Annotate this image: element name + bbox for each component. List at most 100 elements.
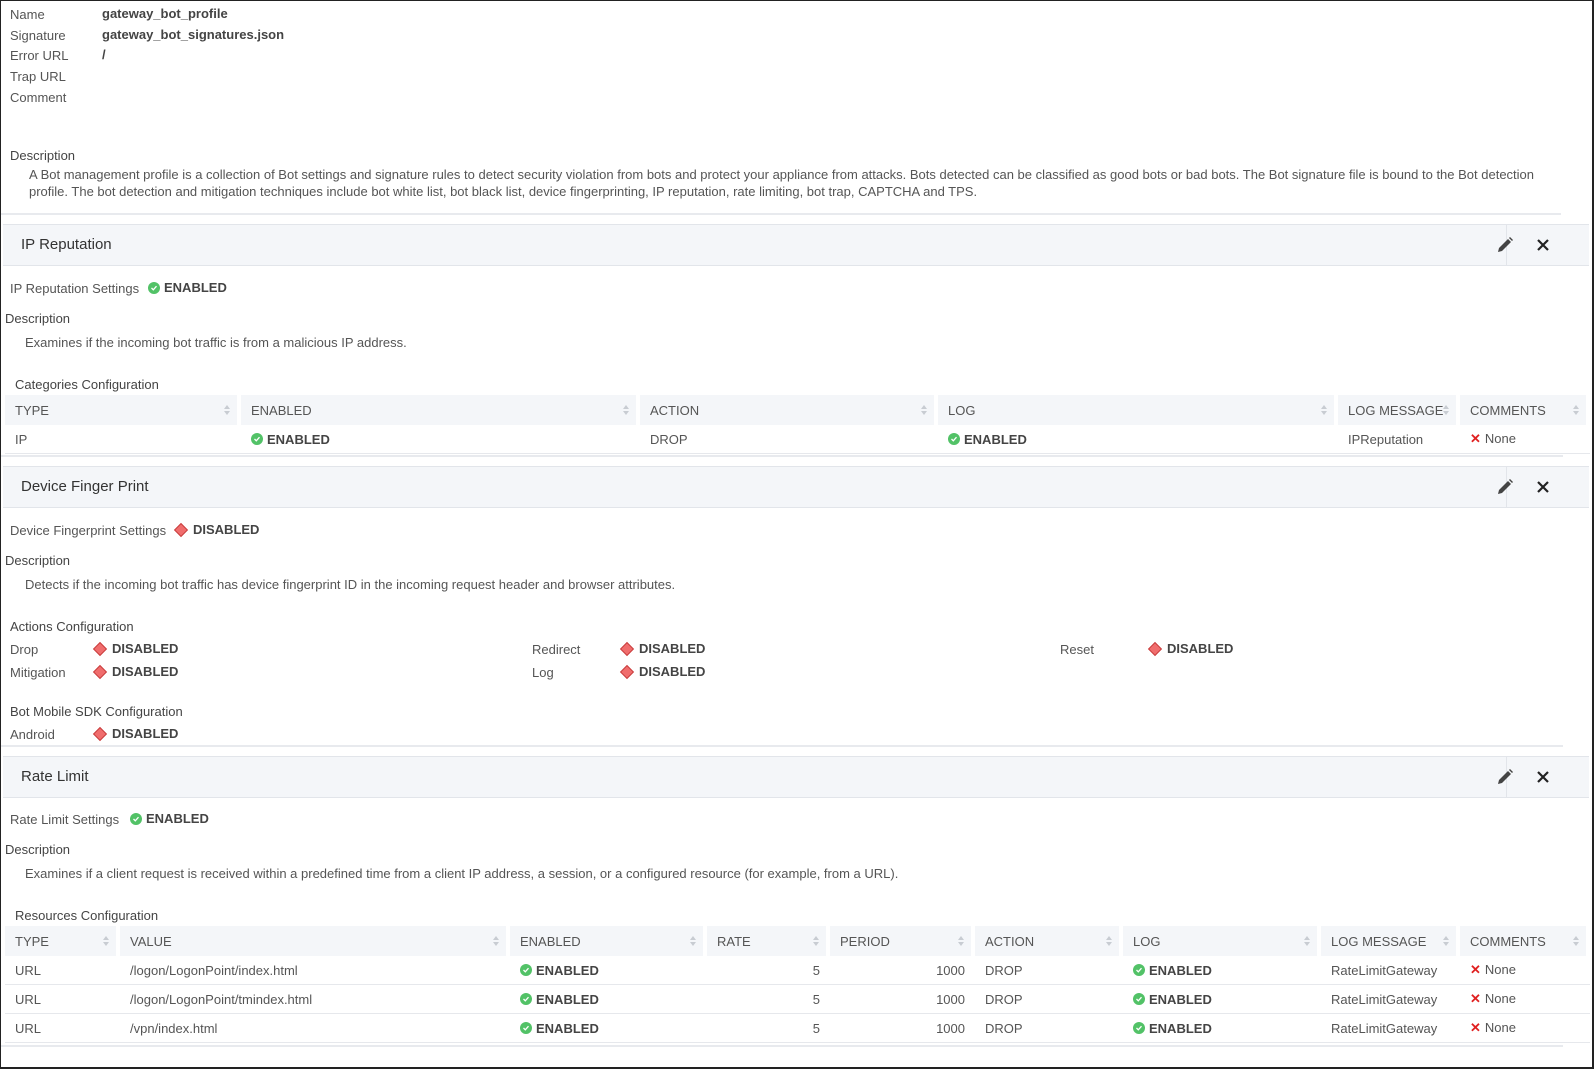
check-circle-icon [520, 964, 532, 977]
check-circle-icon [148, 281, 160, 294]
device-fingerprint-header: Device Finger Print [3, 466, 1589, 508]
rate-limit-description: Examines if a client request is received… [25, 866, 899, 881]
device-fingerprint-title: Device Finger Print [21, 478, 149, 495]
disabled-diamond-icon [619, 664, 635, 679]
resources-config-title: Resources Configuration [15, 908, 159, 923]
profile-description: A Bot management profile is a collection… [29, 167, 1535, 199]
actions-config-title: Actions Configuration [10, 619, 134, 634]
remove-device-fingerprint-button[interactable] [1533, 477, 1553, 497]
x-icon: ✕ [1470, 1020, 1481, 1035]
sort-icon [690, 936, 696, 946]
table-header-row: TYPE VALUE ENABLED RATE PERIOD ACTION LO… [5, 926, 1590, 956]
action-mitigation-label: Mitigation [10, 665, 66, 680]
profile-description-label: Description [10, 148, 76, 163]
rate-limit-description-label: Description [5, 842, 71, 857]
error-url-label: Error URL [10, 48, 69, 63]
disabled-diamond-icon [92, 726, 108, 741]
ip-reputation-description-label: Description [5, 311, 71, 326]
close-icon [1537, 771, 1549, 783]
check-circle-icon [251, 433, 263, 446]
signature-label: Signature [10, 28, 66, 43]
action-drop-label: Drop [10, 642, 39, 657]
error-url-value: / [102, 47, 106, 62]
sdk-android-label: Android [10, 727, 55, 742]
rate-limit-settings-status: ENABLED [130, 811, 209, 826]
sort-icon [1304, 936, 1310, 946]
check-circle-icon [1133, 1022, 1145, 1035]
cell-enabled: ENABLED [510, 1014, 707, 1043]
column-header-enabled[interactable]: ENABLED [510, 926, 707, 956]
pencil-icon [1498, 769, 1513, 784]
rate-limit-settings-label: Rate Limit Settings [10, 812, 120, 827]
table-header-row: TYPE ENABLED ACTION LOG LOG MESSAGE COMM… [5, 395, 1590, 425]
edit-rate-limit-button[interactable] [1495, 767, 1515, 787]
cell-rate: 5 [707, 985, 830, 1014]
column-header-action[interactable]: ACTION [975, 926, 1123, 956]
disabled-diamond-icon [92, 664, 108, 679]
divider [1, 1045, 1563, 1047]
check-circle-icon [1133, 993, 1145, 1006]
column-header-value[interactable]: VALUE [120, 926, 510, 956]
cell-value: /logon/LogonPoint/index.html [120, 956, 510, 985]
bot-profile-details: Name gateway_bot_profile Signature gatew… [0, 0, 1594, 1069]
action-drop-status: DISABLED [92, 641, 178, 656]
sort-icon [813, 936, 819, 946]
cell-action: DROP [975, 956, 1123, 985]
disabled-diamond-icon [173, 522, 189, 537]
name-label: Name [10, 7, 45, 22]
action-mitigation-status: DISABLED [92, 664, 178, 679]
divider [1, 745, 1563, 747]
cell-log: ENABLED [1123, 956, 1321, 985]
disabled-diamond-icon [1147, 641, 1163, 656]
action-reset-label: Reset [1060, 642, 1094, 657]
sort-icon [1443, 405, 1449, 415]
cell-period: 1000 [830, 1014, 975, 1043]
name-value: gateway_bot_profile [102, 6, 228, 21]
column-header-comments[interactable]: COMMENTS [1460, 926, 1590, 956]
cell-type: URL [5, 985, 120, 1014]
table-row[interactable]: IP ENABLED DROP ENABLED IPReputation ✕ No… [5, 425, 1590, 454]
action-reset-status: DISABLED [1147, 641, 1233, 656]
cell-enabled: ENABLED [510, 956, 707, 985]
column-header-type[interactable]: TYPE [5, 926, 120, 956]
table-row[interactable]: URL /vpn/index.html ENABLED 5 1000 DROP … [5, 1014, 1590, 1043]
device-fingerprint-description: Detects if the incoming bot traffic has … [25, 577, 676, 592]
remove-rate-limit-button[interactable] [1533, 767, 1553, 787]
cell-value: /vpn/index.html [120, 1014, 510, 1043]
device-fingerprint-settings-label: Device Fingerprint Settings [10, 523, 167, 538]
remove-ip-reputation-button[interactable] [1533, 235, 1553, 255]
categories-config-title: Categories Configuration [15, 377, 159, 392]
close-icon [1537, 481, 1549, 493]
cell-type: IP [5, 425, 241, 454]
column-header-comments[interactable]: COMMENTS [1460, 395, 1590, 425]
column-header-log-message[interactable]: LOG MESSAGE [1338, 395, 1460, 425]
disabled-diamond-icon [619, 641, 635, 656]
column-header-rate[interactable]: RATE [707, 926, 830, 956]
sdk-config-title: Bot Mobile SDK Configuration [10, 704, 183, 719]
column-header-enabled[interactable]: ENABLED [241, 395, 640, 425]
ip-reputation-header: IP Reputation [3, 224, 1589, 266]
sort-icon [921, 405, 927, 415]
cell-action: DROP [975, 1014, 1123, 1043]
pencil-icon [1498, 479, 1513, 494]
column-header-log[interactable]: LOG [938, 395, 1338, 425]
edit-ip-reputation-button[interactable] [1495, 235, 1515, 255]
ip-reputation-title: IP Reputation [21, 236, 112, 253]
edit-device-fingerprint-button[interactable] [1495, 477, 1515, 497]
column-header-action[interactable]: ACTION [640, 395, 938, 425]
check-circle-icon [1133, 964, 1145, 977]
column-header-type[interactable]: TYPE [5, 395, 241, 425]
device-fingerprint-description-label: Description [5, 553, 71, 568]
pencil-icon [1498, 237, 1513, 252]
table-row[interactable]: URL /logon/LogonPoint/index.html ENABLED… [5, 956, 1590, 985]
column-header-log[interactable]: LOG [1123, 926, 1321, 956]
table-row[interactable]: URL /logon/LogonPoint/tmindex.html ENABL… [5, 985, 1590, 1014]
categories-table: TYPE ENABLED ACTION LOG LOG MESSAGE COMM… [5, 395, 1590, 454]
ip-reputation-settings-status: ENABLED [148, 280, 227, 295]
column-header-log-message[interactable]: LOG MESSAGE [1321, 926, 1460, 956]
ip-reputation-description: Examines if the incoming bot traffic is … [25, 335, 407, 350]
x-icon: ✕ [1470, 962, 1481, 977]
column-header-period[interactable]: PERIOD [830, 926, 975, 956]
cell-log: ENABLED [1123, 985, 1321, 1014]
sort-icon [224, 405, 230, 415]
